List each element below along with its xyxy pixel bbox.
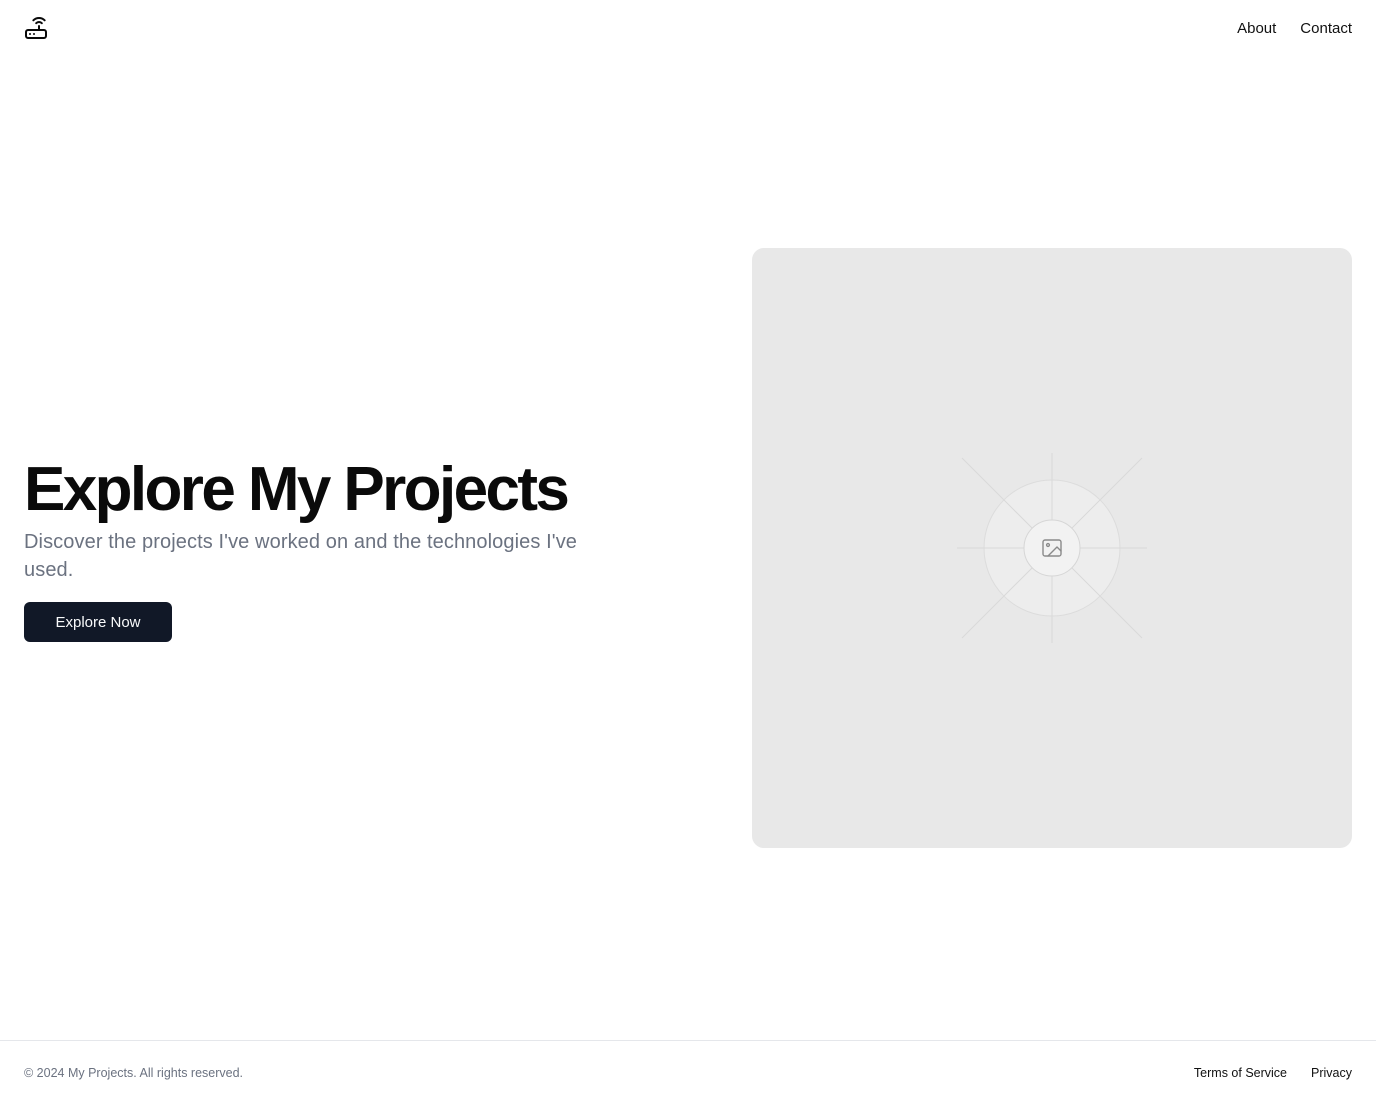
footer-links: Terms of Service Privacy <box>1194 1066 1352 1080</box>
explore-now-button[interactable]: Explore Now <box>24 602 172 642</box>
footer-link-privacy[interactable]: Privacy <box>1311 1066 1352 1080</box>
main-nav: About Contact <box>1237 20 1352 37</box>
hero-section: Explore My Projects Discover the project… <box>24 456 664 642</box>
nav-link-about[interactable]: About <box>1237 20 1276 37</box>
site-header: About Contact <box>0 0 1376 56</box>
page: About Contact Explore My Projects Discov… <box>0 0 1376 1105</box>
copyright-text: © 2024 My Projects. All rights reserved. <box>24 1066 244 1080</box>
logo-router-icon[interactable] <box>24 16 48 40</box>
hero-image-placeholder <box>752 248 1352 848</box>
placeholder-graphic <box>957 453 1147 643</box>
site-footer: © 2024 My Projects. All rights reserved.… <box>0 1040 1376 1105</box>
hero-title: Explore My Projects <box>24 455 570 524</box>
footer-link-terms[interactable]: Terms of Service <box>1194 1066 1287 1080</box>
hero-subtitle: Discover the projects I've worked on and… <box>24 531 578 581</box>
nav-link-contact[interactable]: Contact <box>1300 20 1352 37</box>
